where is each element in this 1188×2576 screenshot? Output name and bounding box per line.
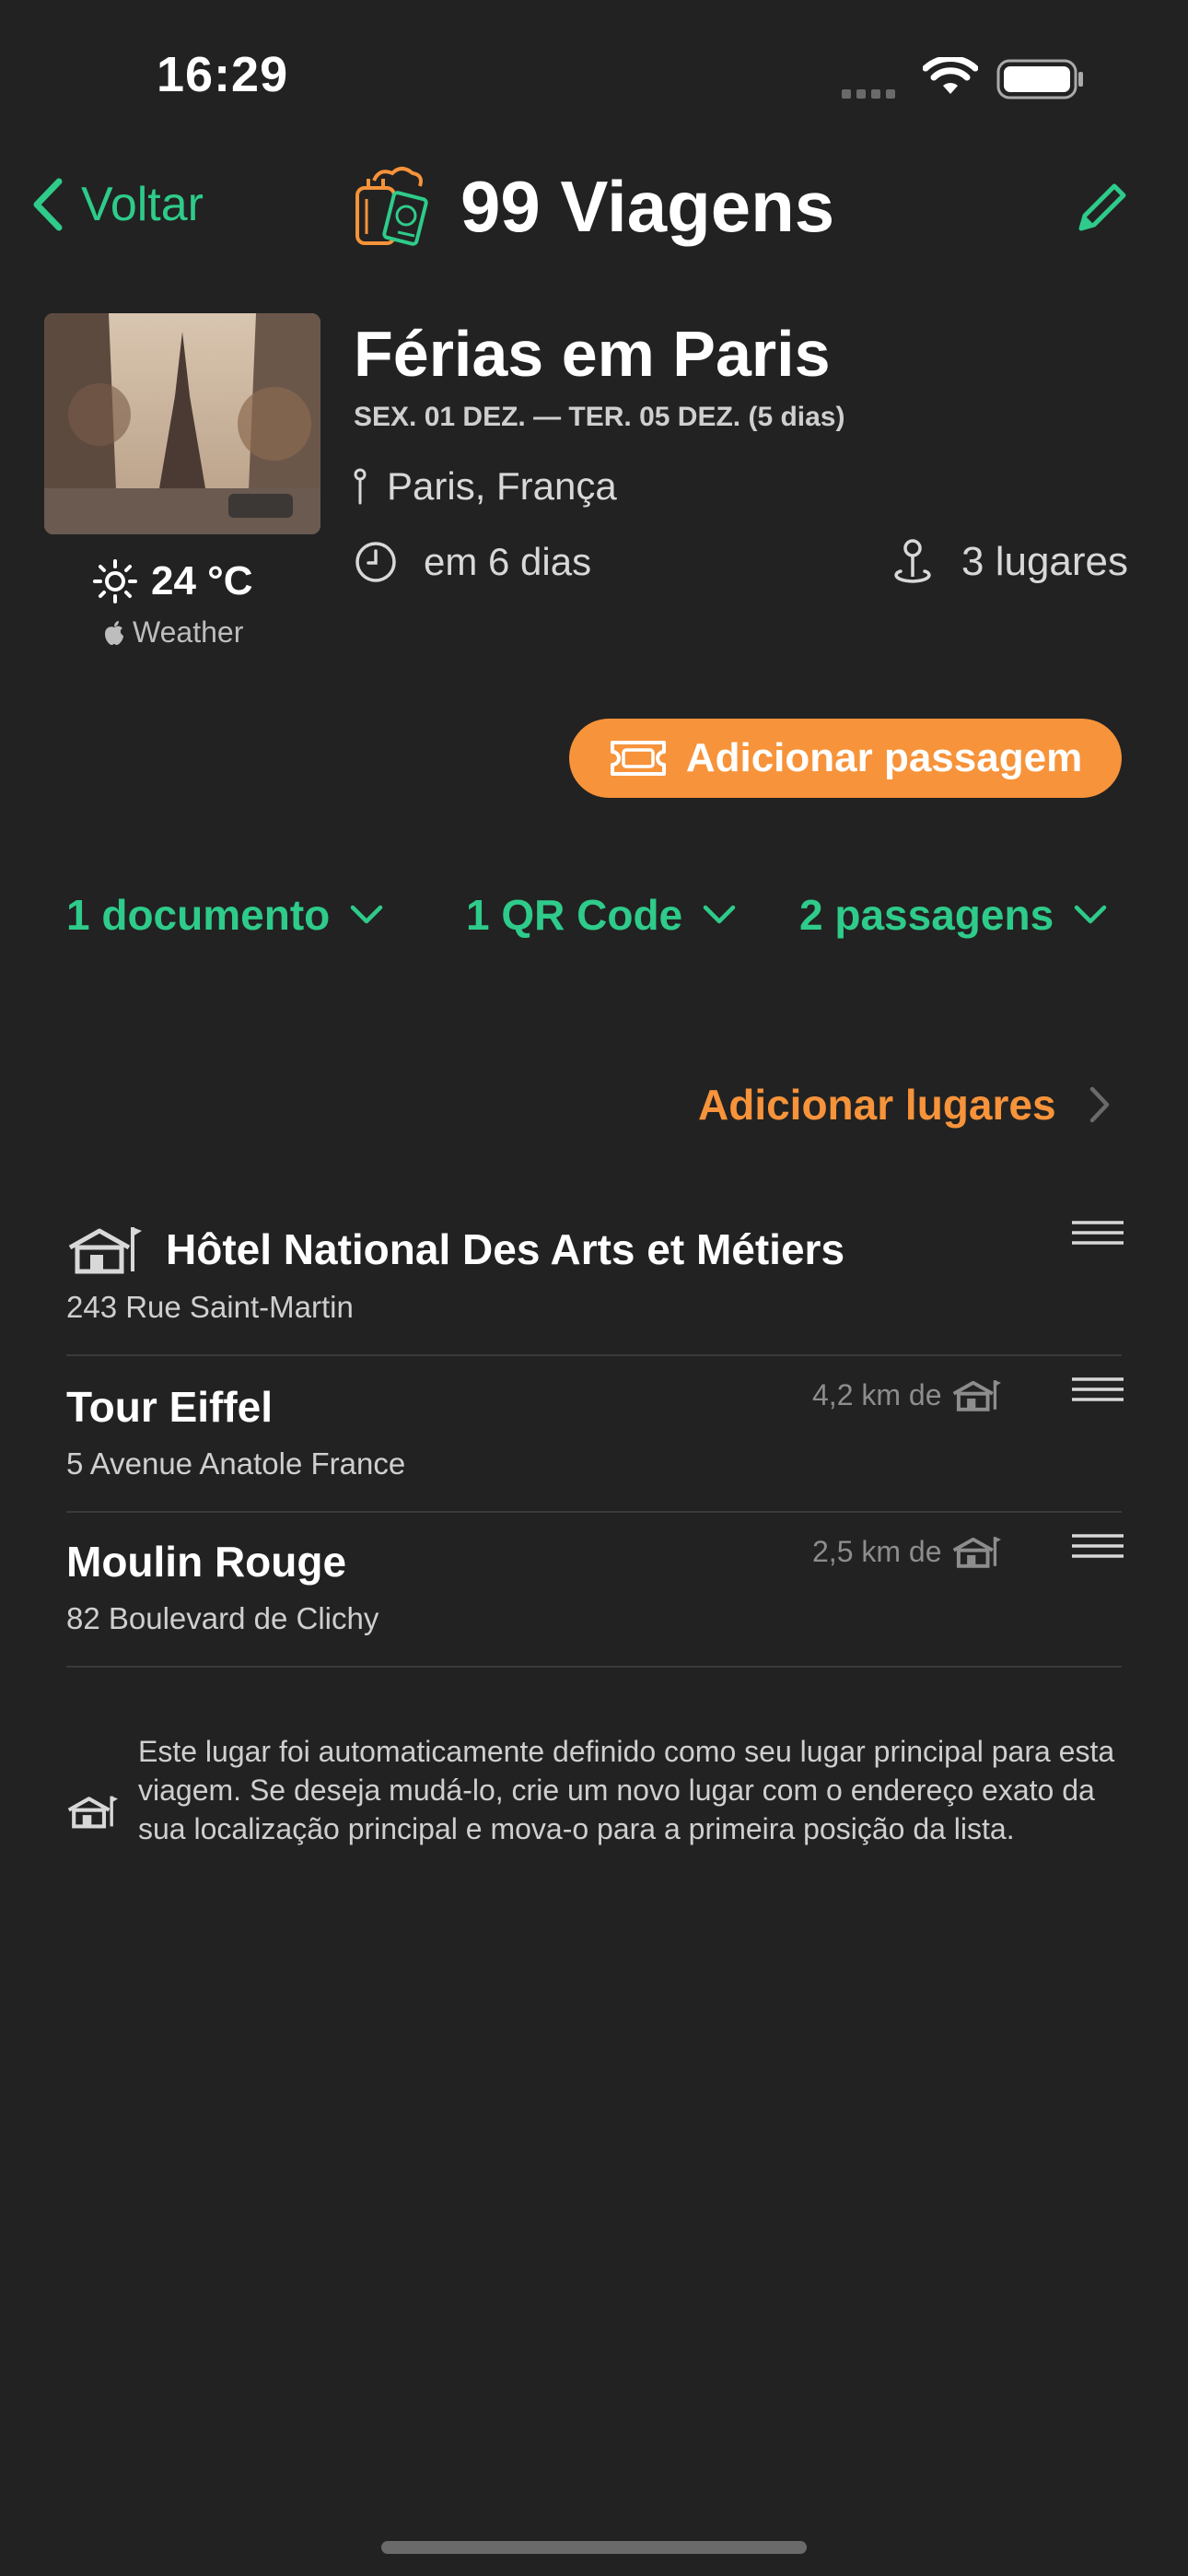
wifi-icon bbox=[922, 55, 979, 102]
distance-label: 4,2 km de bbox=[812, 1377, 942, 1411]
trip-countdown-label: em 6 dias bbox=[424, 540, 592, 583]
home-indicator[interactable] bbox=[381, 2541, 807, 2554]
map-pin-icon bbox=[894, 539, 931, 583]
pin-icon bbox=[354, 468, 367, 505]
place-name: Hôtel National Des Arts et Métiers bbox=[166, 1225, 845, 1273]
drag-handle[interactable] bbox=[1072, 1533, 1124, 1565]
place-address: 82 Boulevard de Clichy bbox=[66, 1601, 379, 1635]
documents-dropdown[interactable]: 1 documento bbox=[66, 890, 383, 940]
chevron-down-icon bbox=[1074, 905, 1107, 924]
home-flag-icon bbox=[68, 1227, 142, 1274]
luggage-passport-logo-icon bbox=[355, 167, 428, 246]
place-address: 5 Avenue Anatole France bbox=[66, 1446, 406, 1481]
add-ticket-label: Adicionar passagem bbox=[685, 735, 1083, 780]
trip-places-label: 3 lugares bbox=[961, 539, 1129, 584]
battery-icon bbox=[996, 59, 1085, 104]
divider bbox=[66, 1666, 1122, 1668]
drag-handle-icon bbox=[1072, 1221, 1124, 1245]
back-label: Voltar bbox=[81, 178, 204, 231]
home-flag-icon bbox=[952, 1537, 1001, 1568]
main-place-note: Este lugar foi automaticamente definido … bbox=[138, 1735, 1115, 1845]
status-time: 16:29 bbox=[157, 47, 289, 102]
weather: 24 °C bbox=[92, 558, 253, 604]
clock-icon bbox=[355, 542, 396, 582]
trip-location[interactable]: Paris, França bbox=[354, 464, 617, 509]
ticket-icon bbox=[610, 741, 666, 776]
trip-location-label: Paris, França bbox=[387, 464, 617, 508]
home-flag-icon bbox=[66, 1793, 118, 1834]
pencil-icon bbox=[1078, 183, 1126, 231]
place-item[interactable]: Hôtel National Des Arts et Métiers 243 R… bbox=[66, 1224, 1122, 1325]
back-button[interactable]: Voltar bbox=[31, 177, 204, 232]
app-title-group: 99 Viagens bbox=[348, 162, 834, 251]
chevron-down-icon bbox=[351, 905, 383, 924]
drag-handle[interactable] bbox=[1072, 1220, 1124, 1252]
drag-handle-icon bbox=[1072, 1534, 1124, 1558]
place-distance: 2,5 km de bbox=[812, 1533, 1001, 1570]
documents-label: 1 documento bbox=[66, 891, 331, 939]
divider bbox=[66, 1511, 1122, 1513]
distance-label: 2,5 km de bbox=[812, 1534, 942, 1568]
weather-source-label: Weather bbox=[133, 615, 244, 649]
weather-source[interactable]: Weather bbox=[103, 615, 243, 650]
add-places-label: Adicionar lugares bbox=[698, 1081, 1056, 1129]
weather-temperature: 24 °C bbox=[151, 558, 253, 603]
place-distance: 4,2 km de bbox=[812, 1376, 1001, 1413]
trip-title: Férias em Paris bbox=[354, 318, 831, 390]
cellular-signal-icon bbox=[842, 87, 901, 103]
trip-photo[interactable] bbox=[44, 313, 320, 534]
app-title: 99 Viagens bbox=[460, 165, 835, 247]
edit-button[interactable] bbox=[1074, 181, 1129, 240]
tickets-label: 2 passagens bbox=[799, 891, 1054, 939]
eiffel-tower-photo bbox=[44, 313, 320, 534]
add-places-button[interactable]: Adicionar lugares bbox=[698, 1080, 1110, 1130]
chevron-down-icon bbox=[703, 905, 736, 924]
tickets-dropdown[interactable]: 2 passagens bbox=[799, 890, 1107, 940]
drag-handle-icon bbox=[1072, 1377, 1124, 1401]
add-ticket-button[interactable]: Adicionar passagem bbox=[569, 719, 1122, 798]
place-address: 243 Rue Saint-Martin bbox=[66, 1290, 354, 1324]
qr-codes-label: 1 QR Code bbox=[466, 891, 683, 939]
trip-places-count: 3 lugares bbox=[890, 538, 1128, 586]
trip-countdown: em 6 dias bbox=[354, 540, 591, 584]
divider bbox=[66, 1354, 1122, 1356]
apple-logo-icon bbox=[105, 620, 123, 645]
home-flag-icon bbox=[952, 1380, 1001, 1411]
chevron-right-icon bbox=[1089, 1086, 1109, 1123]
trip-dates: SEX. 01 DEZ. — TER. 05 DEZ. (5 dias) bbox=[354, 402, 845, 432]
sun-icon bbox=[93, 559, 137, 603]
qr-codes-dropdown[interactable]: 1 QR Code bbox=[466, 890, 736, 940]
chevron-left-icon bbox=[33, 178, 63, 231]
drag-handle[interactable] bbox=[1072, 1376, 1124, 1409]
